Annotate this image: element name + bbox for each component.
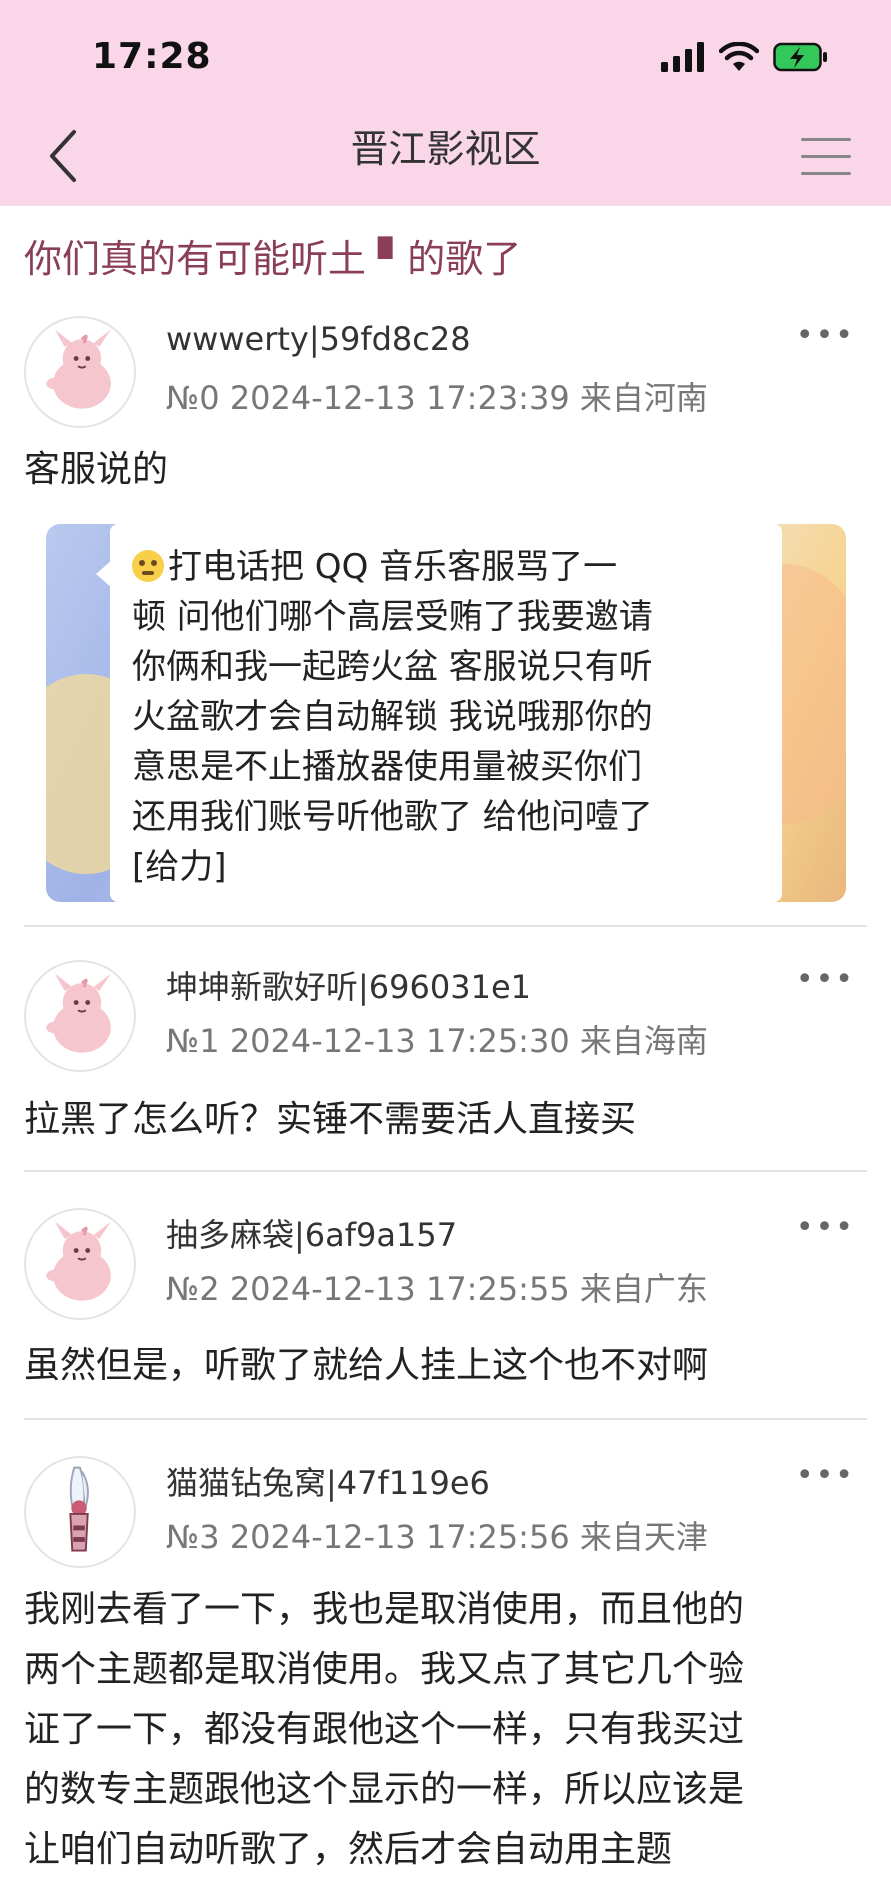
status-icons: [661, 42, 829, 72]
post-content-line: 让咱们自动听歌了，然后才会自动用主题: [24, 1829, 673, 1870]
more-dots-icon[interactable]: •••: [796, 1210, 855, 1245]
hamburger-menu-icon[interactable]: [801, 138, 851, 180]
post-content-line: 两个主题都是取消使用。我又点了其它几个验: [24, 1649, 745, 1690]
signal-icon: [661, 42, 704, 72]
embedded-screenshot[interactable]: 打电话把 QQ 音乐客服骂了一 顿 问他们哪个高层受贿了我要邀请 你俩和我一起跨…: [46, 524, 846, 902]
bubble-line: 打电话把 QQ 音乐客服骂了一: [132, 542, 760, 592]
thread-title: 你们真的有可能听土 ▘的歌了: [24, 237, 522, 281]
more-dots-icon[interactable]: •••: [796, 962, 855, 997]
status-time: 17:28: [92, 36, 212, 77]
clefairy-avatar-icon: [46, 1221, 111, 1301]
post-content-line: 拉黑了怎么听？实锤不需要活人直接买: [24, 1099, 637, 1140]
post-content-line: 客服说的: [24, 449, 169, 490]
divider: [24, 925, 867, 927]
rolling-eyes-emoji-icon: [132, 550, 164, 582]
avatar[interactable]: [24, 960, 136, 1072]
bubble-line: 你俩和我一起跨火盆 客服说只有听: [132, 647, 653, 687]
post-meta: №0 2024-12-13 17:23:39 来自河南: [166, 379, 708, 417]
battery-charging-icon: [773, 42, 827, 72]
post-username[interactable]: 抽多麻袋|6af9a157: [166, 1210, 457, 1256]
chat-bubble: 打电话把 QQ 音乐客服骂了一 顿 问他们哪个高层受贿了我要邀请 你俩和我一起跨…: [110, 524, 782, 902]
post-content: 客服说的: [24, 440, 168, 500]
bubble-line: 顿 问他们哪个高层受贿了我要邀请: [132, 597, 653, 637]
divider: [24, 1170, 867, 1172]
post-content-line: 虽然但是，听歌了就给人挂上这个也不对啊: [24, 1345, 709, 1386]
bubble-line: 意思是不止播放器使用量被买你们: [132, 747, 642, 787]
more-dots-icon[interactable]: •••: [796, 318, 855, 353]
post-username[interactable]: 猫猫钻兔窝|47f119e6: [166, 1458, 490, 1504]
more-dots-icon[interactable]: •••: [796, 1458, 855, 1493]
avatar[interactable]: [24, 1208, 136, 1320]
header-bar: 17:28 晋江影视区: [0, 0, 891, 206]
clefairy-avatar-icon: [46, 973, 111, 1053]
post-content-line: 证了一下，都没有跟他这个一样，只有我买过: [24, 1709, 745, 1750]
post-username[interactable]: 坤坤新歌好听|696031e1: [166, 962, 531, 1008]
post-content: 我刚去看了一下，我也是取消使用，而且他的 两个主题都是取消使用。我又点了其它几个…: [24, 1580, 744, 1880]
bubble-line: 火盆歌才会自动解锁 我说哦那你的: [132, 697, 653, 737]
post-meta: №1 2024-12-13 17:25:30 来自海南: [166, 1022, 708, 1060]
post-meta: №3 2024-12-13 17:25:56 来自天津: [166, 1518, 708, 1556]
divider: [24, 1418, 867, 1420]
avatar[interactable]: [24, 316, 136, 428]
bubble-line: [给力]: [132, 847, 227, 887]
avatar[interactable]: [24, 1456, 136, 1568]
bubble-line: 还用我们账号听他歌了 给他问噎了: [132, 797, 653, 837]
post-meta: №2 2024-12-13 17:25:55 来自广东: [166, 1270, 708, 1308]
post-username[interactable]: wwwerty|59fd8c28: [166, 320, 471, 358]
post-content-line: 的数专主题跟他这个显示的一样，所以应该是: [24, 1769, 745, 1810]
wifi-icon: [719, 42, 759, 71]
rabbit-avatar-icon: [69, 1466, 89, 1552]
post-content: 虽然但是，听歌了就给人挂上这个也不对啊: [24, 1336, 708, 1396]
post-content: 拉黑了怎么听？实锤不需要活人直接买: [24, 1090, 636, 1150]
post-content-line: 我刚去看了一下，我也是取消使用，而且他的: [24, 1589, 745, 1630]
page-title: 晋江影视区: [350, 127, 541, 171]
clefairy-avatar-icon: [46, 329, 111, 409]
